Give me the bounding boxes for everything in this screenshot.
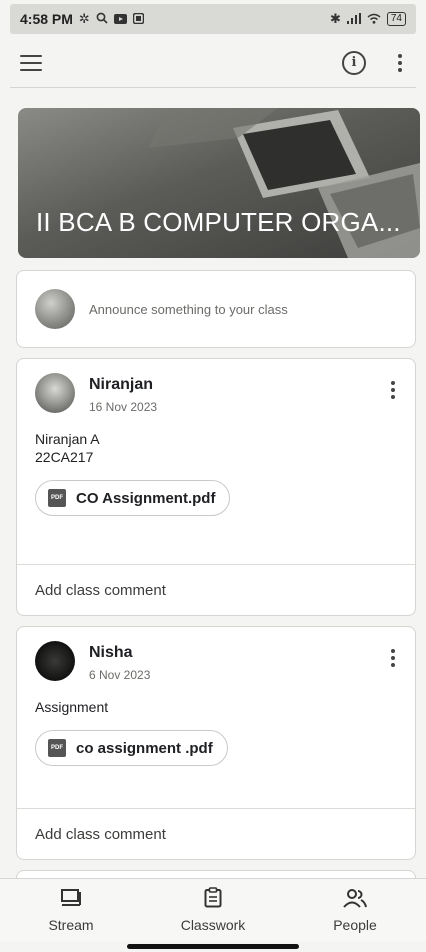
home-indicator[interactable] <box>127 944 299 949</box>
people-icon <box>343 888 367 913</box>
nav-classwork[interactable]: Classwork <box>158 887 268 933</box>
post-body: Niranjan A 22CA217 <box>17 414 415 466</box>
nav-label: Stream <box>48 916 94 933</box>
post-meta: Niranjan 16 Nov 2023 <box>89 373 387 414</box>
notification-icon <box>132 12 145 27</box>
announce-card[interactable]: Announce something to your class <box>16 270 416 348</box>
top-bar-actions: i <box>342 50 406 75</box>
nav-label: Classwork <box>180 917 246 933</box>
battery-indicator: 74 <box>386 12 406 26</box>
youtube-icon <box>113 12 127 27</box>
add-class-comment[interactable]: Add class comment <box>17 808 415 859</box>
attachment-name: co assignment .pdf <box>76 739 213 757</box>
nav-stream[interactable]: Stream <box>16 888 126 933</box>
menu-icon[interactable] <box>20 54 42 71</box>
attachment-chip[interactable]: PDF CO Assignment.pdf <box>35 480 231 516</box>
more-vert-icon[interactable] <box>387 649 399 667</box>
post-author: Niranjan <box>89 376 154 393</box>
class-banner[interactable]: II BCA B COMPUTER ORGA... <box>18 108 420 258</box>
attachment-chip[interactable]: PDF co assignment .pdf <box>35 730 228 766</box>
post-body-line: Niranjan A <box>35 431 100 447</box>
wifi-icon <box>367 12 381 27</box>
post-author: Nisha <box>89 644 133 661</box>
pdf-icon: PDF <box>48 489 66 507</box>
search-icon <box>96 12 108 27</box>
author-avatar <box>35 641 75 681</box>
status-time: 4:58 PM <box>20 11 73 27</box>
pdf-icon: PDF <box>48 739 66 757</box>
stream-post: Niranjan 16 Nov 2023 Niranjan A 22CA217 … <box>16 358 416 616</box>
info-icon[interactable]: i <box>342 50 366 75</box>
more-vert-icon[interactable] <box>387 381 399 399</box>
nav-people[interactable]: People <box>300 888 410 933</box>
stream-icon <box>60 888 82 913</box>
status-bar: 4:58 PM ✲ ✱ 74 <box>10 4 416 34</box>
post-meta: Nisha 6 Nov 2023 <box>89 641 387 682</box>
more-vert-icon[interactable] <box>394 53 406 72</box>
gear-icon: ✲ <box>78 11 90 26</box>
user-avatar <box>35 289 75 329</box>
post-date: 6 Nov 2023 <box>89 668 151 682</box>
stream-post: Nisha 6 Nov 2023 Assignment PDF co assig… <box>16 626 416 860</box>
post-body: Assignment <box>17 682 415 716</box>
post-header: Niranjan 16 Nov 2023 <box>17 359 415 414</box>
announce-placeholder: Announce something to your class <box>89 301 288 317</box>
bottom-navigation: Stream Classwork People <box>0 878 426 941</box>
post-body-line: 22CA217 <box>35 449 94 465</box>
attachment-name: CO Assignment.pdf <box>76 489 216 507</box>
add-class-comment[interactable]: Add class comment <box>17 564 415 615</box>
post-body-line: Assignment <box>35 699 109 715</box>
bluetooth-icon: ✱ <box>329 11 341 26</box>
status-right: ✱ 74 <box>330 11 406 27</box>
post-header: Nisha 6 Nov 2023 <box>17 627 415 682</box>
top-app-bar: i <box>10 38 416 88</box>
classwork-icon <box>204 887 222 913</box>
post-date: 16 Nov 2023 <box>89 400 158 414</box>
author-avatar <box>35 373 75 413</box>
signal-icon <box>346 12 361 27</box>
nav-label: People <box>333 916 377 933</box>
status-left: 4:58 PM ✲ <box>20 11 145 27</box>
class-title: II BCA B COMPUTER ORGA... <box>36 207 401 237</box>
